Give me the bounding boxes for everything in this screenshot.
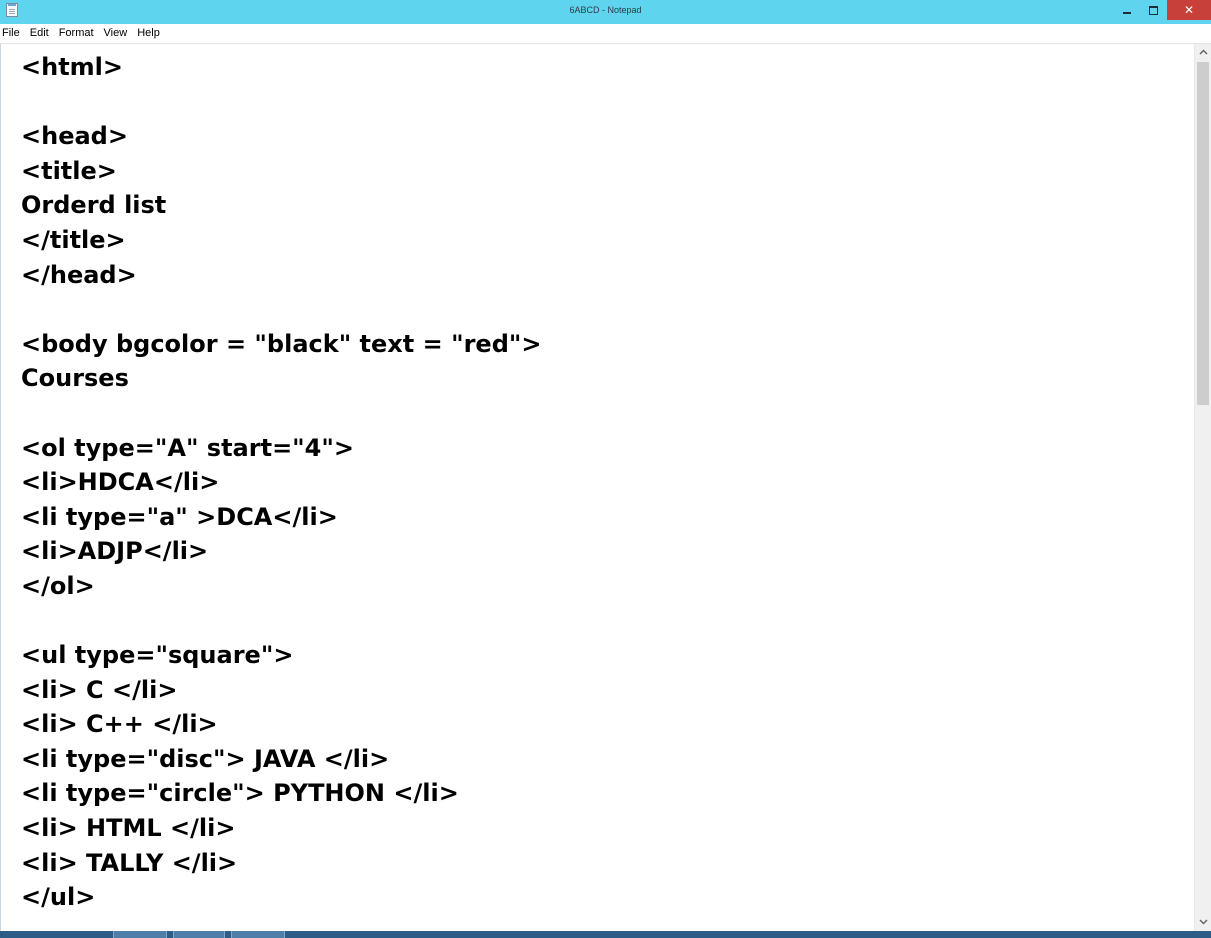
menu-format[interactable]: Format <box>54 24 99 43</box>
text-line: <head> <box>21 122 128 151</box>
text-line <box>21 85 542 120</box>
taskbar-button[interactable] <box>113 931 167 938</box>
text-line: </ul> <box>21 883 96 912</box>
minimize-icon <box>1122 12 1131 14</box>
menu-help[interactable]: Help <box>132 24 165 43</box>
taskbar-button[interactable] <box>173 931 225 938</box>
scroll-thumb[interactable] <box>1197 62 1209 405</box>
text-line: <li>HDCA</li> <box>21 468 220 497</box>
text-line: Courses <box>21 364 129 393</box>
restore-icon <box>1149 5 1158 15</box>
text-line: <li> HTML </li> <box>21 814 236 843</box>
restore-button[interactable] <box>1140 0 1167 20</box>
notepad-window: 6ABCD - Notepad ✕ File Edit Format View … <box>0 0 1211 938</box>
close-button[interactable]: ✕ <box>1167 0 1211 20</box>
text-line: Orderd list <box>21 191 167 220</box>
text-line: <body bgcolor = "black" text = "red"> <box>21 329 542 358</box>
chevron-up-icon <box>1199 48 1208 58</box>
window-controls: ✕ <box>1113 0 1211 20</box>
menu-bar: File Edit Format View Help <box>0 24 1211 44</box>
text-line: <li> C </li> <box>21 675 178 704</box>
text-line: <li type="disc"> JAVA </li> <box>21 744 390 773</box>
menu-file[interactable]: File <box>0 24 25 43</box>
menu-view[interactable]: View <box>99 24 133 43</box>
scroll-down-button[interactable] <box>1195 914 1211 931</box>
text-line: <title> <box>21 156 117 185</box>
scroll-up-button[interactable] <box>1195 44 1211 61</box>
text-line <box>21 396 542 431</box>
text-line: <li type="a" >DCA</li> <box>21 502 338 531</box>
text-line <box>21 292 542 327</box>
document-text[interactable]: <html> <head> <title> Orderd list </titl… <box>21 50 542 915</box>
menu-edit[interactable]: Edit <box>25 24 54 43</box>
text-line: <li type="circle"> PYTHON </li> <box>21 779 459 808</box>
text-line: </head> <box>21 260 137 289</box>
text-line <box>21 604 542 639</box>
text-editor-area[interactable]: <html> <head> <title> Orderd list </titl… <box>0 44 1194 931</box>
close-icon: ✕ <box>1183 3 1195 17</box>
window-title: 6ABCD - Notepad <box>569 5 642 15</box>
text-line: </title> <box>21 225 126 254</box>
text-line: <html> <box>21 53 124 81</box>
taskbar-button[interactable] <box>231 931 285 938</box>
text-line: <ol type="A" start="4"> <box>21 433 354 462</box>
title-bar[interactable]: 6ABCD - Notepad ✕ <box>0 0 1211 24</box>
chevron-down-icon <box>1199 918 1208 928</box>
text-line: <ul type="square"> <box>21 641 294 670</box>
minimize-button[interactable] <box>1113 0 1140 20</box>
text-line: </ol> <box>21 571 95 600</box>
text-line: <li> C++ </li> <box>21 710 218 739</box>
text-line: <li> TALLY </li> <box>21 848 238 877</box>
text-line: <li>ADJP</li> <box>21 537 209 566</box>
vertical-scrollbar[interactable] <box>1194 44 1211 931</box>
